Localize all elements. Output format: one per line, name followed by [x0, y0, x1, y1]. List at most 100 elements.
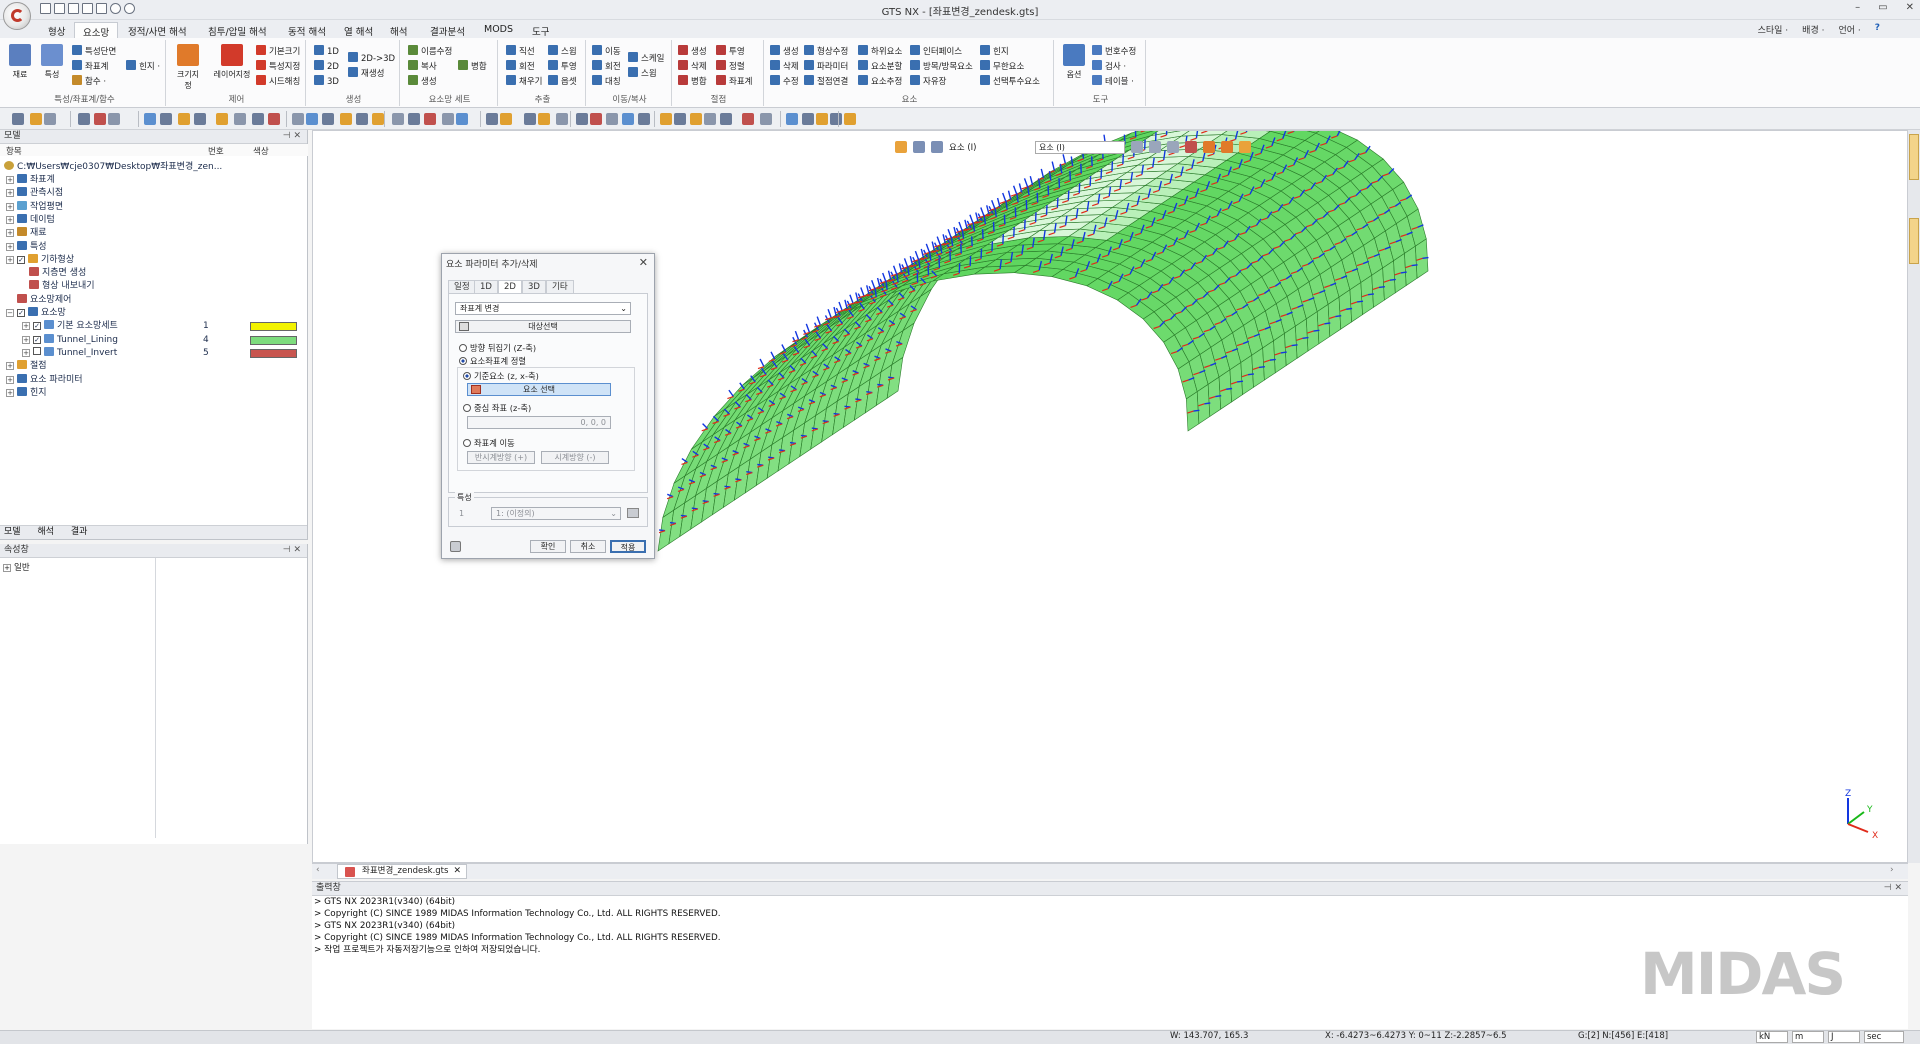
visibility-checkbox[interactable] — [33, 346, 41, 355]
view-tool-icon-29[interactable] — [556, 113, 568, 125]
view-tool-icon-41[interactable] — [760, 113, 772, 125]
mesh-set-item[interactable]: + Tunnel_Invert — [22, 346, 117, 359]
cancel-button[interactable]: 취소 — [570, 540, 606, 553]
element-split-button[interactable]: 요소분할 — [858, 60, 902, 73]
view-tool-icon-22[interactable] — [424, 113, 436, 125]
property-dropdown[interactable]: 1: (이정의) ⌄ — [491, 507, 621, 520]
view-tool-icon-17[interactable] — [340, 113, 352, 125]
view-tool-icon-18[interactable] — [356, 113, 368, 125]
tree-root-path[interactable]: C:₩Users₩cje0307₩Desktop₩좌표변경_zen... — [4, 161, 222, 173]
document-tab[interactable]: 좌표변경_zendesk.gts ✕ — [337, 864, 467, 879]
tree-item[interactable]: + 작업평면 — [6, 200, 63, 213]
tree-item[interactable]: + 힌지 — [6, 386, 47, 399]
sweep-button[interactable]: 스윕 — [548, 45, 577, 58]
coord-system-button[interactable]: 좌표계 — [72, 60, 108, 73]
new-file-icon[interactable] — [40, 3, 51, 14]
view-tool-icon-31[interactable] — [590, 113, 602, 125]
expand-icon[interactable]: + — [6, 375, 14, 384]
minimize-button[interactable]: – — [1855, 2, 1860, 13]
view-tool-icon-1[interactable] — [30, 113, 42, 125]
expand-icon[interactable]: + — [6, 388, 14, 397]
counterclockwise-button[interactable]: 반시계방향 (+) — [467, 451, 535, 464]
tab-scroll-right-icon[interactable]: › — [1890, 865, 1894, 875]
node-align-button[interactable]: 정렬 — [716, 60, 745, 73]
parameter-button[interactable]: 파라미터 — [804, 60, 848, 73]
fill-button[interactable]: 채우기 — [506, 75, 542, 88]
mesh-set-item[interactable]: + ✓ 기본 요소망세트 — [22, 320, 118, 332]
mesh-set-color-swatch[interactable] — [250, 348, 297, 358]
save-icon[interactable] — [68, 3, 79, 14]
view-tool-icon-27[interactable] — [524, 113, 536, 125]
mesh-3d-button[interactable]: 3D — [314, 75, 339, 88]
view-tool-icon-12[interactable] — [252, 113, 264, 125]
dialog-tab-3d[interactable]: 3D — [522, 280, 546, 293]
move-coord-radio[interactable]: 좌표계 이동 — [463, 438, 515, 448]
tab-model[interactable]: 모델 — [4, 527, 21, 537]
offset-button[interactable]: 옵셋 — [548, 75, 577, 88]
dock-tab-1[interactable] — [1909, 134, 1919, 180]
tree-item[interactable]: +지층면 생성 — [18, 267, 86, 279]
move-sweep-button[interactable]: 스윕 — [628, 67, 657, 80]
view-tool-icon-0[interactable] — [12, 113, 24, 125]
renumber-button[interactable]: 번호수정 — [1092, 45, 1136, 58]
rename-button[interactable]: 이름수정 — [408, 45, 452, 58]
tab-static-analysis[interactable]: 정적/사면 해석 — [120, 22, 195, 38]
redo-selection-icon[interactable] — [1221, 141, 1233, 153]
permeable-element-button[interactable]: 선택투수요소 — [980, 75, 1040, 88]
tree-item[interactable]: +요소망제어 — [6, 293, 71, 306]
view-tool-icon-24[interactable] — [456, 113, 468, 125]
view-tool-icon-32[interactable] — [606, 113, 618, 125]
tree-item[interactable]: +형상 내보내기 — [18, 280, 95, 292]
dialog-tab-2d[interactable]: 2D — [498, 280, 522, 293]
function-button[interactable]: 함수 · — [72, 75, 106, 88]
view-tool-icon-34[interactable] — [638, 113, 650, 125]
close-button[interactable]: ✕ — [1906, 2, 1914, 13]
view-tool-icon-43[interactable] — [802, 113, 814, 125]
view-tool-icon-7[interactable] — [160, 113, 172, 125]
dialog-help-icon[interactable] — [450, 541, 461, 552]
view-tool-icon-6[interactable] — [144, 113, 156, 125]
expand-icon[interactable]: + — [6, 202, 14, 211]
expand-icon[interactable]: − — [6, 309, 14, 317]
maximize-button[interactable]: ▭ — [1878, 2, 1887, 13]
element-delete-button[interactable]: 삭제 — [770, 60, 799, 73]
mesh-set-color-swatch[interactable] — [250, 322, 297, 332]
panel-pin-close-icon[interactable]: ⊣ ✕ — [283, 130, 301, 143]
move-button[interactable]: 이동 — [592, 45, 621, 58]
target-select-button[interactable]: 대상선택 — [455, 320, 631, 333]
unit-force-select[interactable]: kN — [1756, 1031, 1788, 1043]
view-tool-icon-10[interactable] — [216, 113, 228, 125]
element-extract-button[interactable]: 요소추정 — [858, 75, 902, 88]
tree-item[interactable]: + 특성 — [6, 240, 47, 253]
print-icon[interactable] — [96, 3, 107, 14]
deselect-icon[interactable] — [1185, 141, 1197, 153]
default-size-button[interactable]: 기본크기 — [256, 45, 300, 58]
view-tool-icon-44[interactable] — [816, 113, 828, 125]
mesh-1d-button[interactable]: 1D — [314, 45, 339, 58]
mesh-2d-to-3d-button[interactable]: 2D->3D — [348, 52, 395, 65]
tab-analysis[interactable]: 해석 — [382, 22, 415, 38]
extrude-button[interactable]: 직선 — [506, 45, 535, 58]
tree-item[interactable]: + 관측시점 — [6, 187, 63, 199]
layer-control-button[interactable]: 레이어지정 — [212, 44, 252, 80]
view-tool-icon-40[interactable] — [742, 113, 754, 125]
element-select-button[interactable]: 요소 선택 — [467, 383, 611, 396]
tree-item[interactable]: + 재료 — [6, 227, 47, 239]
language-menu[interactable]: 언어 · — [1838, 23, 1860, 36]
view-tool-icon-11[interactable] — [234, 113, 246, 125]
merge-set-button[interactable]: 병합 — [458, 60, 487, 73]
project-button[interactable]: 투영 — [548, 60, 577, 73]
dialog-tab-general[interactable]: 일정 — [448, 280, 476, 293]
view-tool-icon-42[interactable] — [786, 113, 798, 125]
tab-scroll-left-icon[interactable]: ‹ — [316, 865, 320, 875]
panel-pin-close-icon[interactable]: ⊣ ✕ — [1884, 882, 1902, 895]
interface-button[interactable]: 인터페이스 — [910, 45, 962, 58]
node-merge-button[interactable]: 병합 — [678, 75, 707, 88]
open-file-icon[interactable] — [54, 3, 65, 14]
ok-button[interactable]: 확인 — [530, 540, 566, 553]
dialog-close-icon[interactable]: ✕ — [639, 256, 648, 269]
mesh-set-item[interactable]: + ✓ Tunnel_Lining — [22, 333, 118, 346]
center-coord-radio[interactable]: 중심 좌표 (z-축) — [463, 403, 531, 413]
copy-set-button[interactable]: 복사 — [408, 60, 437, 73]
element-modify-button[interactable]: 수정 — [770, 75, 799, 88]
